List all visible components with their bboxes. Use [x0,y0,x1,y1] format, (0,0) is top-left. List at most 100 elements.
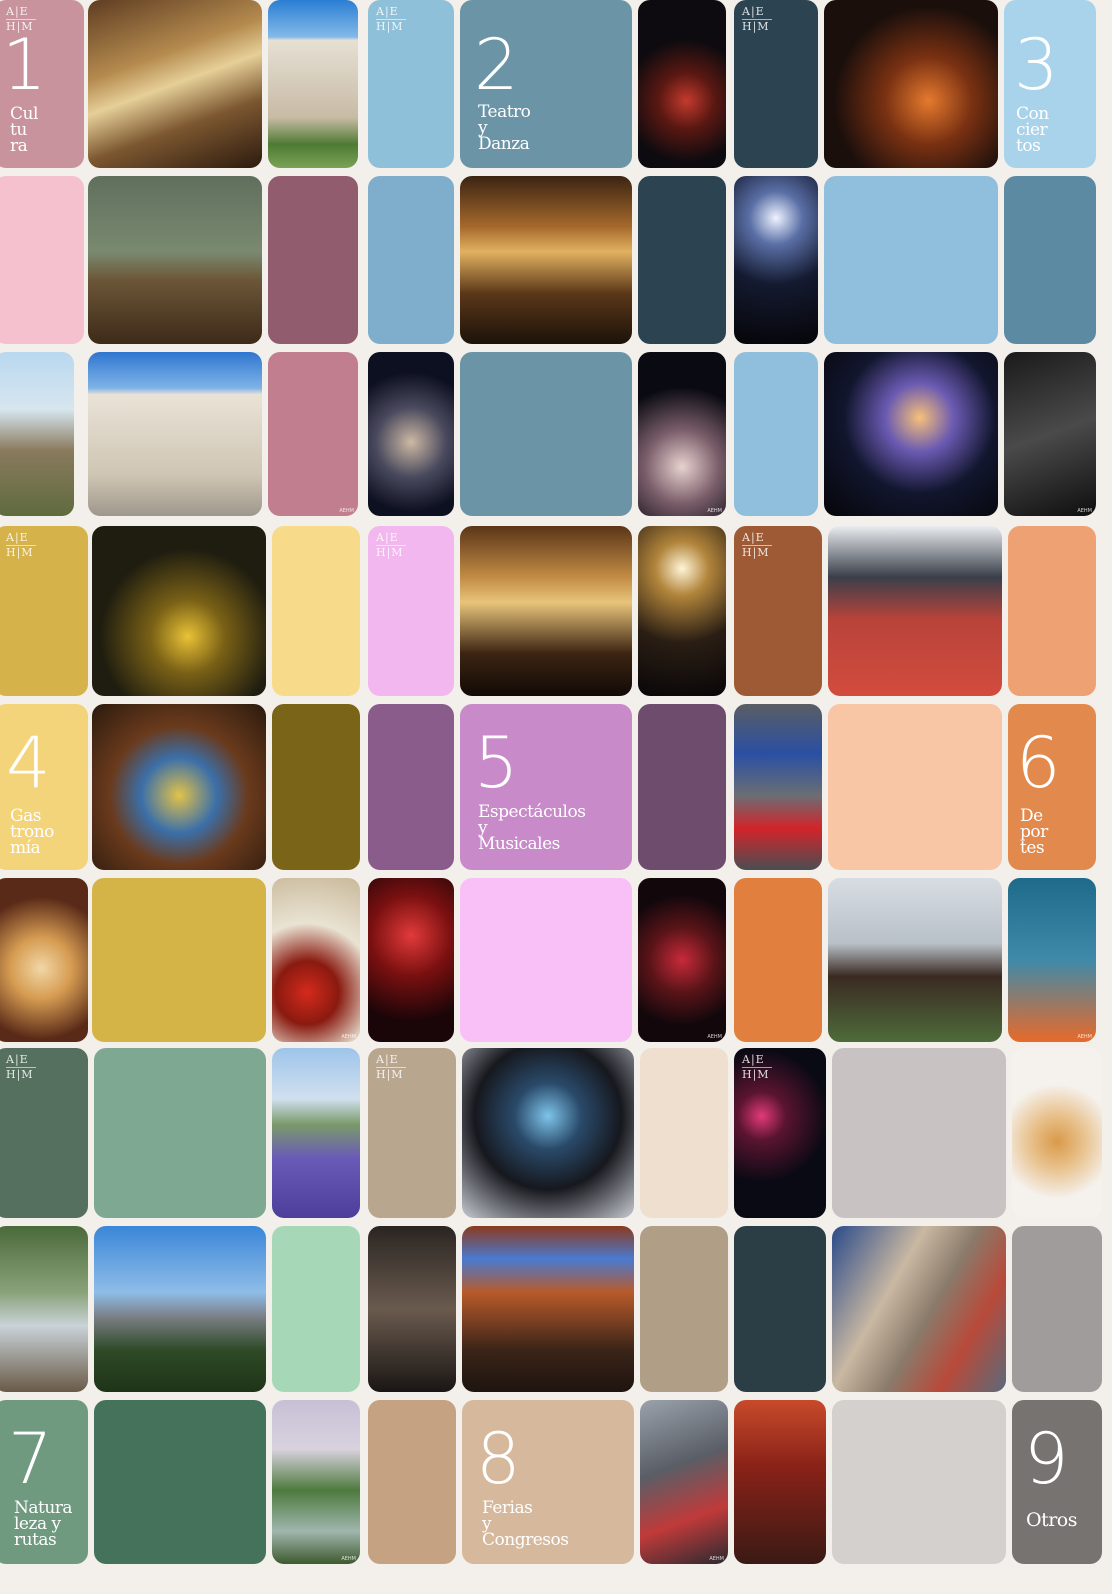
statue-square-photo [0,352,74,516]
panel-espectaculos: A|E H|M 5 Espectáculos y Musicales AEHM [368,526,726,1042]
color-tile [1012,1226,1102,1392]
color-tile [92,878,266,1042]
conciertos-title-tile[interactable]: 3 Con cier tos [1004,0,1096,168]
category-label: Gas trono mía [10,806,54,858]
brand-logo: A|E H|M [742,1054,772,1083]
category-number: 7 [8,1418,53,1500]
theatre-dancer-photo [460,526,632,696]
color-tile [94,1400,266,1564]
color-tile [368,704,454,870]
color-tile [638,176,726,344]
color-tile [828,704,1002,870]
panel-otros: A|E H|M 9 Otros [734,1048,1102,1564]
watermark: AEHM [709,1556,724,1562]
red-concert-hall-photo [368,878,454,1042]
soup-bowl-photo [92,704,266,870]
pancakes-photo [0,878,88,1042]
color-tile [94,1048,266,1218]
conference-hall-photo [462,1048,634,1218]
color-tile: A|E H|M [734,526,822,696]
color-tile: A|E H|M [368,1048,456,1218]
pastry-photo [1012,1048,1102,1218]
brand-logo: A|E H|M [742,532,772,561]
color-tile [1004,176,1096,344]
naturaleza-title-tile[interactable]: 7 Natura leza y rutas [0,1400,88,1564]
category-label: Espectáculos y Musicales [478,802,586,854]
cultura-title-tile[interactable]: A|E H|M 1 Cul tu ra [0,0,84,168]
otros-title-tile[interactable]: 9 Otros [1012,1400,1102,1564]
gastronomia-title-tile[interactable]: 4 Gas trono mía [0,704,88,870]
color-tile [824,176,998,344]
color-tile [734,1226,826,1392]
watermark: AEHM [1077,508,1092,514]
brand-logo: A|E H|M [742,6,772,35]
color-tile [460,878,632,1042]
color-tile [0,176,84,344]
color-tile [734,352,818,516]
color-tile [832,1048,1006,1218]
panel-cultura: A|E H|M 1 Cul tu ra AEHM [0,0,358,516]
panel-deportes: A|E H|M 6 De por tes AEHM [734,526,1096,1042]
category-number: 6 [1016,722,1061,804]
park-fountain-photo: AEHM [272,1400,360,1564]
watermark: AEHM [707,1034,722,1040]
ferias-title-tile[interactable]: 8 Ferias y Congresos [462,1400,634,1564]
couple-stage-photo [368,352,454,516]
panel-conciertos: A|E H|M 3 Con cier tos AEHM [734,0,1096,516]
singer-stage-photo: AEHM [638,878,726,1042]
category-label: De por tes [1020,806,1048,858]
category-number: 5 [474,722,519,804]
panel-ferias: A|E H|M 8 Ferias y Congresos AEHM [368,1048,728,1564]
ballet-troupe-photo: AEHM [638,352,726,516]
color-tile [460,352,632,516]
parade-photo [734,1400,826,1564]
category-number: 8 [476,1418,521,1500]
color-tile [640,1226,728,1392]
brand-logo: A|E H|M [6,532,36,561]
vegetables-photo: AEHM [272,878,360,1042]
category-number: 2 [474,24,519,106]
color-tile [272,526,360,696]
vr-headset-photo: AEHM [640,1400,728,1564]
category-label: Cul tu ra [10,104,38,156]
opera-house-photo [460,176,632,344]
color-tile [832,1400,1006,1564]
color-tile [272,704,360,870]
color-tile [638,704,726,870]
watermark: AEHM [1077,1034,1092,1040]
waterfall-photo [0,1226,88,1392]
olive-oil-photo [92,526,266,696]
color-tile [640,1048,728,1218]
color-tile [1008,526,1096,696]
watermark: AEHM [339,508,354,514]
category-label: Natura leza y rutas [14,1498,73,1550]
color-tile [734,878,822,1042]
watermark: AEHM [341,1556,356,1562]
panel-gastronomia: A|E H|M 4 Gas trono mía AEHM [0,526,360,1042]
color-tile [368,176,454,344]
color-tile [368,1400,456,1564]
color-tile: A|E H|M [0,526,88,696]
audience-photo [368,1226,456,1392]
watermark: AEHM [707,508,722,514]
teatro-title-tile[interactable]: 2 Teatro y Danza [460,0,632,168]
runners-track-photo [828,526,1002,696]
building-facade-photo [268,0,358,168]
color-tile: A|E H|M [368,526,454,696]
brand-logo: A|E H|M [376,1054,406,1083]
category-number: 4 [6,722,51,804]
microphone-photo: AEHM [1004,352,1096,516]
lavender-field-photo [272,1048,360,1218]
mountain-range-photo [94,1226,266,1392]
guitar-player-photo [824,0,998,168]
show-jumping-photo [828,878,1002,1042]
category-number: 3 [1014,24,1059,106]
concert-crowd-photo [638,526,726,696]
category-label: Ferias y Congresos [482,1498,569,1550]
tango-dancers-photo [638,0,726,168]
deportes-title-tile[interactable]: 6 De por tes [1008,704,1096,870]
fireworks-photo: A|E H|M [734,1048,826,1218]
color-tile: AEHM [268,352,358,516]
espectaculos-title-tile[interactable]: 5 Espectáculos y Musicales [460,704,632,870]
category-number: 9 [1024,1418,1069,1500]
